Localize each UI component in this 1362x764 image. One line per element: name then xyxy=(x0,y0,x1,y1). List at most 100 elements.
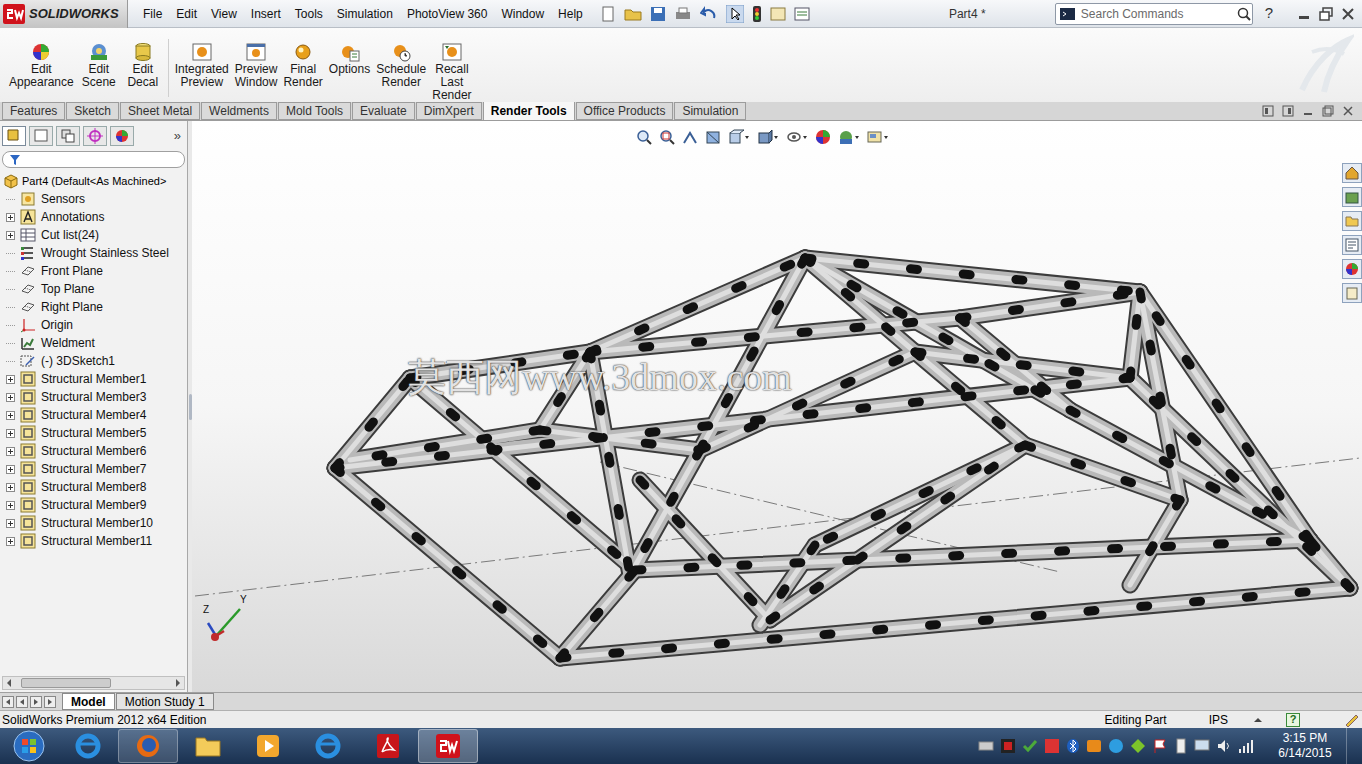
menu-item[interactable]: Window xyxy=(494,5,551,23)
tree-item[interactable]: Front Plane xyxy=(0,262,187,280)
edit-appearance-button[interactable]: EditAppearance xyxy=(6,41,77,89)
tree-item[interactable]: Structural Member9 xyxy=(0,496,187,514)
horizontal-scrollbar[interactable] xyxy=(2,676,185,690)
expand-toggle[interactable] xyxy=(6,375,15,384)
help-button[interactable]: ? xyxy=(1265,2,1273,25)
firefox-icon[interactable] xyxy=(134,732,162,760)
custom-properties-icon[interactable] xyxy=(1345,286,1359,300)
tree-item[interactable]: Structural Member1 xyxy=(0,370,187,388)
command-tab[interactable]: Render Tools xyxy=(483,101,575,120)
feature-tree-icon[interactable] xyxy=(2,126,26,146)
expand-toggle[interactable] xyxy=(6,537,15,546)
media-player-icon[interactable] xyxy=(254,732,282,760)
bluetooth-tray-icon[interactable] xyxy=(1066,738,1080,754)
recall-last-render-button[interactable]: RecallLastRender xyxy=(429,41,474,102)
tree-item[interactable]: Annotations xyxy=(0,208,187,226)
internet-explorer-2-icon[interactable] xyxy=(314,732,342,760)
command-tab[interactable]: Simulation xyxy=(674,102,746,120)
tree-item[interactable]: Structural Member10 xyxy=(0,514,187,532)
tree-item[interactable]: Sensors xyxy=(0,190,187,208)
tree-item[interactable]: Structural Member7 xyxy=(0,460,187,478)
expand-tabs-icon[interactable]: » xyxy=(174,126,181,146)
command-tab[interactable]: Sketch xyxy=(66,102,119,120)
expand-toggle[interactable] xyxy=(6,519,15,528)
previous-tab-icon[interactable] xyxy=(16,696,28,708)
view-close-icon[interactable] xyxy=(1342,105,1354,117)
menu-item[interactable]: Edit xyxy=(169,5,204,23)
file-explorer-icon[interactable] xyxy=(1345,214,1359,228)
close-icon[interactable] xyxy=(1340,7,1356,21)
command-tab[interactable]: Evaluate xyxy=(352,102,415,120)
property-manager-icon[interactable] xyxy=(29,126,53,146)
search-input[interactable] xyxy=(1077,5,1236,23)
command-tab[interactable]: Sheet Metal xyxy=(120,102,200,120)
dimxpert-manager-icon[interactable] xyxy=(83,126,107,146)
file-properties-icon[interactable] xyxy=(770,6,786,22)
appearances-icon[interactable] xyxy=(1345,262,1359,276)
display-manager-icon[interactable] xyxy=(110,126,134,146)
view-orientation-icon[interactable] xyxy=(728,129,750,145)
final-render-button[interactable]: FinalRender xyxy=(280,41,325,89)
clock[interactable]: 3:15 PM 6/14/2015 xyxy=(1270,731,1340,761)
edit-decal-button[interactable]: EditDecal xyxy=(121,41,165,89)
view-minimize-icon[interactable] xyxy=(1302,105,1314,117)
truss-model[interactable] xyxy=(192,121,1362,692)
configuration-manager-icon[interactable] xyxy=(56,126,80,146)
previous-view-icon[interactable] xyxy=(682,129,698,145)
command-tab[interactable]: Weldments xyxy=(201,102,277,120)
next-tab-icon[interactable] xyxy=(30,696,42,708)
tree-item[interactable]: Weldment xyxy=(0,334,187,352)
start-button-icon[interactable] xyxy=(12,729,46,763)
keyboard-tray-icon[interactable] xyxy=(978,740,994,752)
tree-item[interactable]: Right Plane xyxy=(0,298,187,316)
zoom-area-icon[interactable] xyxy=(659,129,675,145)
rebuild-status-icon[interactable] xyxy=(1344,713,1358,727)
expand-toggle[interactable] xyxy=(6,465,15,474)
expand-toggle[interactable] xyxy=(6,501,15,510)
device-tray-icon[interactable] xyxy=(1174,738,1188,754)
edit-scene-button[interactable]: EditScene xyxy=(77,41,121,89)
expand-toggle[interactable] xyxy=(6,429,15,438)
internet-explorer-icon[interactable] xyxy=(74,732,102,760)
menu-item[interactable]: PhotoView 360 xyxy=(400,5,495,23)
expand-toggle[interactable] xyxy=(6,393,15,402)
menu-item[interactable]: Insert xyxy=(244,5,288,23)
expand-toggle[interactable] xyxy=(6,231,15,240)
tree-filter[interactable] xyxy=(2,151,185,168)
options-icon[interactable] xyxy=(794,6,810,22)
tree-root[interactable]: Part4 (Default<As Machined> xyxy=(0,172,187,190)
expand-toggle[interactable] xyxy=(6,213,15,222)
scroll-right-icon[interactable] xyxy=(175,679,181,687)
globe-tray-icon[interactable] xyxy=(1108,738,1124,754)
tree-item[interactable]: Origin xyxy=(0,316,187,334)
tree-item[interactable]: (-) 3DSketch1 xyxy=(0,352,187,370)
options-button[interactable]: Options xyxy=(326,41,373,76)
panel-tile-icon[interactable] xyxy=(1262,105,1274,117)
volume-tray-icon[interactable] xyxy=(1216,738,1232,754)
menu-item[interactable]: Tools xyxy=(288,5,330,23)
display-style-icon[interactable] xyxy=(757,129,779,145)
minimize-icon[interactable] xyxy=(1296,7,1312,21)
save-icon[interactable] xyxy=(650,6,666,22)
panel-tile2-icon[interactable] xyxy=(1282,105,1294,117)
network-tray-icon[interactable] xyxy=(1238,738,1254,754)
app-tray-icon[interactable] xyxy=(1086,738,1102,754)
bottom-tab[interactable]: Model xyxy=(62,693,115,710)
search-icon[interactable] xyxy=(1236,6,1252,22)
tree-item[interactable]: Cut list(24) xyxy=(0,226,187,244)
tree-item[interactable]: Structural Member4 xyxy=(0,406,187,424)
expand-toggle[interactable] xyxy=(6,411,15,420)
tree-item[interactable]: Wrought Stainless Steel xyxy=(0,244,187,262)
view-palette-icon[interactable] xyxy=(1345,238,1359,252)
show-desktop-button[interactable] xyxy=(1346,728,1358,764)
first-tab-icon[interactable] xyxy=(2,696,14,708)
units-menu-icon[interactable] xyxy=(1254,716,1262,724)
expand-toggle[interactable] xyxy=(6,483,15,492)
design-library-icon[interactable] xyxy=(1345,190,1359,204)
security-tray-icon[interactable] xyxy=(1022,738,1038,754)
command-tab[interactable]: DimXpert xyxy=(416,102,482,120)
tree-item[interactable]: Structural Member3 xyxy=(0,388,187,406)
tool-tray-icon[interactable] xyxy=(1044,738,1060,754)
menu-item[interactable]: Simulation xyxy=(330,5,400,23)
schedule-render-button[interactable]: ScheduleRender xyxy=(373,41,429,89)
